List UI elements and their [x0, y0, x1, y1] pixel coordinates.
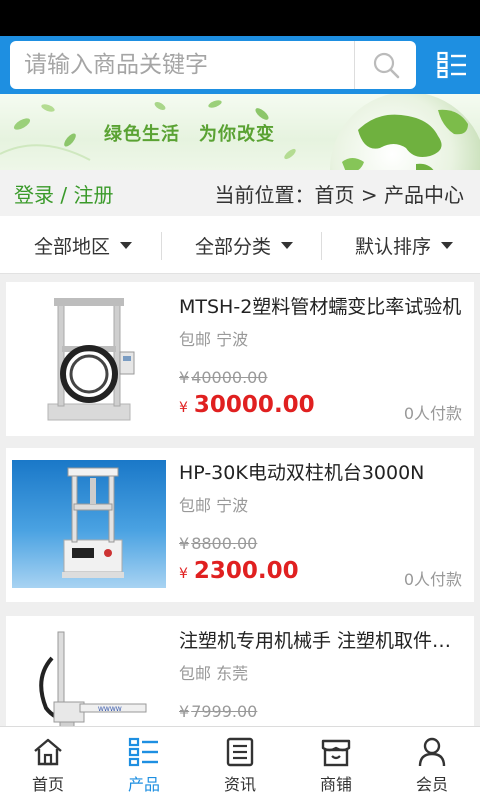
price-value: 30000.00 — [193, 392, 315, 418]
search-box — [10, 41, 416, 89]
filter-sort-label: 默认排序 — [355, 235, 432, 258]
tab-news[interactable]: 资讯 — [192, 727, 288, 800]
tab-stores-label: 商铺 — [319, 775, 352, 794]
product-price: ¥2300.00 — [179, 558, 299, 584]
home-icon — [34, 738, 62, 766]
svg-text:WWWW: WWWW — [98, 706, 122, 713]
product-card[interactable]: HP-30K电动双柱机台3000N 包邮 宁波 ¥8800.00 ¥2300.0… — [6, 448, 474, 602]
bottom-tab-bar: 首页 产品 资讯 商铺 会员 — [0, 726, 480, 800]
product-original-price: ¥7999.00 — [179, 702, 257, 721]
banner[interactable]: 绿色生活 为你改变 — [0, 94, 480, 170]
product-image: WWWW — [12, 628, 166, 726]
currency-symbol: ¥ — [179, 368, 190, 387]
list-icon — [128, 737, 158, 767]
search-header — [0, 36, 480, 94]
store-icon — [321, 739, 351, 767]
caret-down-icon — [441, 241, 454, 249]
filter-sort[interactable]: 默认排序 — [355, 216, 454, 274]
filter-divider — [161, 232, 162, 260]
search-input[interactable] — [24, 41, 354, 89]
product-list: MTSH-2塑料管材蠕变比率试验机 包邮 宁波 ¥40000.00 ¥30000… — [0, 274, 480, 726]
product-price: ¥30000.00 — [179, 392, 315, 418]
filter-divider — [321, 232, 322, 260]
product-title[interactable]: 注塑机专用机械手 注塑机取件机械手 — [179, 626, 464, 653]
currency-symbol: ¥ — [179, 702, 190, 721]
currency-symbol: ¥ — [179, 534, 190, 553]
paid-count: 0人付款 — [403, 570, 462, 589]
login-register-link[interactable]: 登录 / 注册 — [14, 179, 113, 208]
product-image — [12, 460, 166, 588]
search-button[interactable] — [355, 41, 416, 89]
menu-list-icon — [437, 51, 466, 79]
breadcrumb: 当前位置：首页 > 产品中心 — [214, 183, 464, 207]
product-original-price: ¥40000.00 — [179, 368, 268, 387]
tab-home[interactable]: 首页 — [0, 727, 96, 800]
currency-symbol: ¥ — [179, 566, 188, 582]
filter-region-label: 全部地区 — [34, 235, 111, 258]
tab-member[interactable]: 会员 — [384, 727, 480, 800]
tab-products[interactable]: 产品 — [96, 727, 192, 800]
filter-category[interactable]: 全部分类 — [195, 216, 294, 274]
tab-member-label: 会员 — [415, 775, 448, 794]
tab-products-label: 产品 — [127, 775, 160, 794]
product-title[interactable]: HP-30K电动双柱机台3000N — [179, 458, 464, 485]
paid-count: 0人付款 — [403, 404, 462, 423]
filter-category-label: 全部分类 — [195, 235, 272, 258]
product-card[interactable]: WWWW 注塑机专用机械手 注塑机取件机械手 包邮 东莞 ¥7999.00 — [6, 616, 474, 726]
product-original-price: ¥8800.00 — [179, 534, 257, 553]
product-meta: 包邮 东莞 — [179, 664, 249, 683]
category-menu-button[interactable] — [424, 36, 480, 94]
tab-stores[interactable]: 商铺 — [288, 727, 384, 800]
user-icon — [418, 737, 446, 767]
status-bar — [0, 0, 480, 36]
original-price-value: 40000.00 — [191, 368, 268, 387]
banner-slogan: 绿色生活 为你改变 — [104, 124, 275, 145]
globe-illustration — [330, 94, 480, 170]
filter-region[interactable]: 全部地区 — [34, 216, 133, 274]
product-title[interactable]: MTSH-2塑料管材蠕变比率试验机 — [179, 292, 464, 319]
location-bar: 登录 / 注册 当前位置：首页 > 产品中心 — [0, 170, 480, 216]
product-card[interactable]: MTSH-2塑料管材蠕变比率试验机 包邮 宁波 ¥40000.00 ¥30000… — [6, 282, 474, 436]
news-icon — [226, 737, 254, 767]
caret-down-icon — [281, 241, 294, 249]
caret-down-icon — [120, 241, 133, 249]
filter-bar: 全部地区 全部分类 默认排序 — [0, 216, 480, 274]
currency-symbol: ¥ — [179, 400, 188, 416]
search-icon — [373, 52, 399, 79]
original-price-value: 7999.00 — [191, 702, 258, 721]
price-value: 2300.00 — [193, 558, 299, 584]
tab-news-label: 资讯 — [223, 775, 256, 794]
tab-home-label: 首页 — [31, 775, 64, 794]
product-image — [12, 294, 166, 422]
product-meta: 包邮 宁波 — [179, 496, 249, 515]
product-meta: 包邮 宁波 — [179, 330, 249, 349]
original-price-value: 8800.00 — [191, 534, 258, 553]
